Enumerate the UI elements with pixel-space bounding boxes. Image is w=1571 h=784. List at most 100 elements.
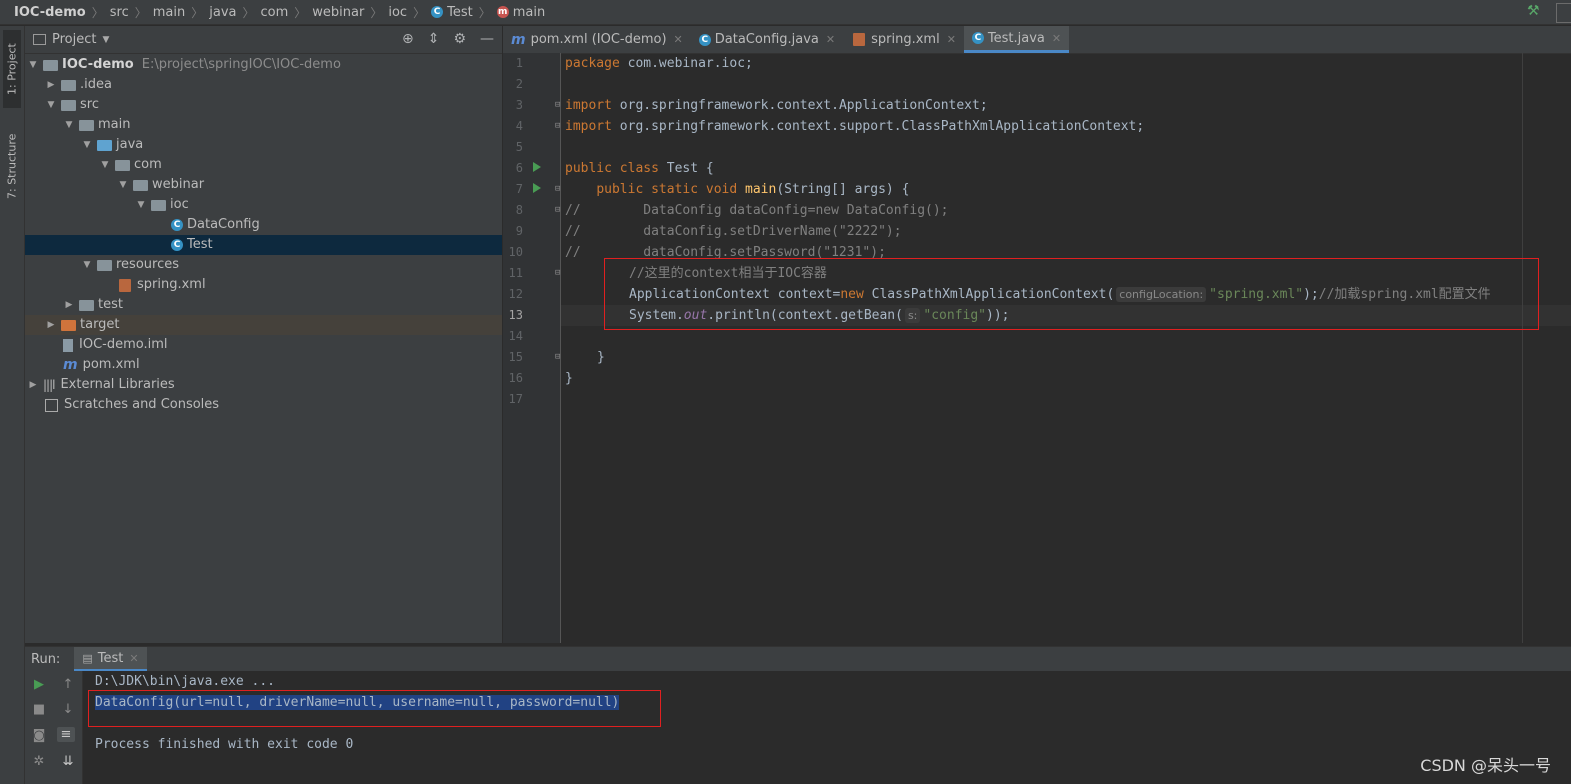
code-editor[interactable]: package com.webinar.ioc; import org.spri… [561, 53, 1571, 643]
project-panel-title[interactable]: Project [52, 32, 96, 47]
chevron-down-icon[interactable]: ▼ [63, 115, 75, 135]
tree-item-target[interactable]: ▶ target [25, 315, 502, 335]
tab-label: DataConfig.java [714, 32, 819, 47]
tree-item-scratches[interactable]: Scratches and Consoles [25, 395, 502, 415]
tree-item-label: spring.xml [137, 277, 206, 292]
tree-item-ioc[interactable]: ▼ ioc [25, 195, 502, 215]
console-command-line: D:\JDK\bin\java.exe ... [95, 674, 276, 689]
breadcrumb-java[interactable]: java [209, 5, 236, 20]
tree-item-pom-xml[interactable]: m pom.xml [25, 355, 502, 375]
fold-icon[interactable]: ⊟ [555, 268, 560, 278]
close-icon[interactable]: ✕ [674, 33, 683, 46]
breadcrumb-webinar[interactable]: webinar [312, 5, 364, 20]
breadcrumb-separator: 〉 [478, 5, 491, 20]
soft-wrap-icon[interactable]: ≡ [57, 727, 75, 742]
fold-icon[interactable]: ⊟ [555, 205, 560, 215]
code-token: package [565, 56, 620, 71]
tree-item-dataconfig[interactable]: C DataConfig [25, 215, 502, 235]
breadcrumb-ioc[interactable]: ioc [388, 5, 407, 20]
tab-dataconfig-java[interactable]: C DataConfig.java ✕ [691, 26, 843, 53]
tree-item-ioc-demo[interactable]: ▼ IOC-demo E:\project\springIOC\IOC-demo [25, 55, 502, 75]
fold-icon[interactable]: ⊟ [555, 184, 560, 194]
tree-item-main[interactable]: ▼ main [25, 115, 502, 135]
breadcrumb-method-main[interactable]: main [513, 5, 545, 20]
camera-icon[interactable]: ◙ [30, 728, 48, 743]
line-number: 16 [508, 371, 523, 385]
tab-test-java[interactable]: C Test.java ✕ [963, 26, 1070, 53]
collapse-all-icon[interactable]: ⇕ [428, 31, 440, 47]
chevron-down-icon[interactable]: ▼ [102, 35, 109, 45]
close-icon[interactable]: ✕ [1052, 32, 1061, 45]
package-icon [133, 179, 148, 191]
breadcrumb-separator: 〉 [294, 5, 307, 20]
arrow-up-icon[interactable]: ↑ [59, 677, 77, 692]
code-line: // DataConfig dataConfig=new DataConfig(… [565, 203, 949, 218]
stop-icon[interactable]: ■ [30, 702, 48, 717]
chevron-down-icon[interactable]: ▼ [81, 255, 93, 275]
line-number: 11 [508, 266, 523, 280]
tree-item-iml[interactable]: IOC-demo.iml [25, 335, 502, 355]
run-config-box[interactable] [1556, 3, 1571, 23]
tree-item-label: Scratches and Consoles [64, 397, 220, 412]
tree-item-path: E:\project\springIOC\IOC-demo [141, 57, 341, 72]
chevron-right-icon[interactable]: ▶ [27, 375, 39, 395]
code-token: main [745, 182, 777, 197]
tree-item-external-libraries[interactable]: ▶ |||l External Libraries [25, 375, 502, 395]
project-tool-tab[interactable]: 1: Project [3, 30, 21, 108]
rerun-icon[interactable]: ▶ [30, 677, 48, 692]
chevron-down-icon[interactable]: ▼ [27, 55, 39, 75]
tree-item-webinar[interactable]: ▼ webinar [25, 175, 502, 195]
gear-icon[interactable]: ⚙ [453, 31, 466, 47]
breadcrumb-com[interactable]: com [261, 5, 289, 20]
chevron-down-icon[interactable]: ▼ [45, 95, 57, 115]
build-hammer-icon[interactable]: ⚒ [1527, 4, 1541, 18]
breadcrumb-main[interactable]: main [153, 5, 185, 20]
fold-icon[interactable]: ⊟ [555, 121, 560, 131]
run-tab-test[interactable]: ▤ Test ✕ [74, 647, 147, 672]
scroll-to-end-icon[interactable]: ⇊ [59, 754, 77, 769]
iml-file-icon [63, 338, 73, 352]
tree-item-java[interactable]: ▼ java [25, 135, 502, 155]
tab-label: pom.xml (IOC-demo) [530, 32, 667, 47]
tab-spring-xml[interactable]: spring.xml ✕ [843, 26, 964, 53]
minimize-icon[interactable]: — [480, 31, 494, 47]
tree-item-label: DataConfig [187, 217, 260, 232]
arrow-down-icon[interactable]: ↓ [59, 702, 77, 717]
chevron-right-icon[interactable]: ▶ [63, 295, 75, 315]
project-panel-header: Project ▼ ⊕ ⇕ ⚙ — [25, 26, 502, 54]
structure-tool-tab[interactable]: 7: Structure [3, 122, 21, 210]
locate-icon[interactable]: ⊕ [402, 31, 414, 47]
settings-icon[interactable]: ✲ [30, 754, 48, 769]
tree-item-test-folder[interactable]: ▶ test [25, 295, 502, 315]
breadcrumb-src[interactable]: src [110, 5, 129, 20]
chevron-down-icon[interactable]: ▼ [117, 175, 129, 195]
code-line: public static void main(String[] args) { [565, 179, 909, 200]
close-icon[interactable]: ✕ [129, 652, 138, 665]
code-line: } [597, 350, 605, 365]
resources-folder-icon [97, 259, 112, 271]
run-gutter-icon[interactable] [533, 162, 541, 172]
chevron-down-icon[interactable]: ▼ [135, 195, 147, 215]
tree-item-idea[interactable]: ▶ .idea [25, 75, 502, 95]
chevron-down-icon[interactable]: ▼ [81, 135, 93, 155]
maven-icon: m [63, 357, 78, 373]
chevron-down-icon[interactable]: ▼ [99, 155, 111, 175]
xml-file-icon [119, 278, 131, 292]
fold-icon[interactable]: ⊟ [555, 100, 560, 110]
run-gutter-icon[interactable] [533, 183, 541, 193]
close-icon[interactable]: ✕ [947, 33, 956, 46]
tree-item-com[interactable]: ▼ com [25, 155, 502, 175]
chevron-right-icon[interactable]: ▶ [45, 315, 57, 335]
fold-icon[interactable]: ⊟ [555, 352, 560, 362]
close-icon[interactable]: ✕ [826, 33, 835, 46]
tree-item-resources[interactable]: ▼ resources [25, 255, 502, 275]
breadcrumb-test[interactable]: Test [447, 5, 473, 20]
tree-item-src[interactable]: ▼ src [25, 95, 502, 115]
tree-item-label: target [80, 317, 120, 332]
tree-item-test-class[interactable]: C Test [25, 235, 502, 255]
console-output[interactable]: D:\JDK\bin\java.exe ... DataConfig(url=n… [83, 671, 1571, 784]
breadcrumb-project[interactable]: IOC-demo [14, 5, 86, 20]
tree-item-spring-xml[interactable]: spring.xml [25, 275, 502, 295]
tab-pom-xml[interactable]: m pom.xml (IOC-demo) ✕ [503, 26, 691, 53]
chevron-right-icon[interactable]: ▶ [45, 75, 57, 95]
